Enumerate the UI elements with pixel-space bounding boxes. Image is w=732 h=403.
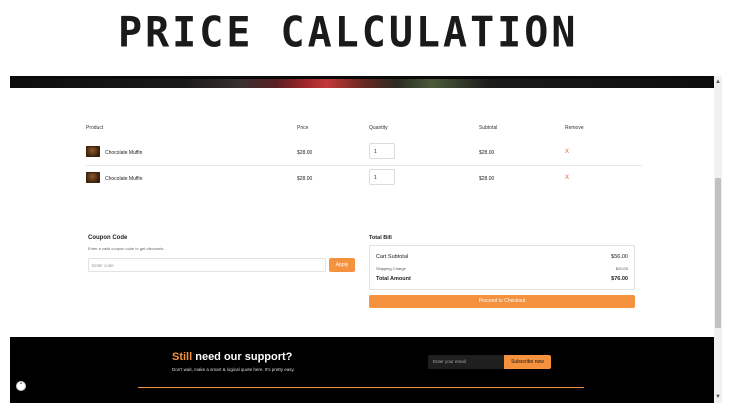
page-viewport: Product Price Quantity Subtotal Remove C… [10,76,714,403]
product-price: $28.00 [297,176,313,182]
shipping-line: Shipping Charge $20.00 [376,266,628,271]
support-description: Don't wait, make a smart & logical quote… [172,367,295,372]
hero-image [10,76,714,88]
cart-row: Chocolate Muffin $28.00 1 $28.00 X [86,166,642,192]
product-subtotal: $28.00 [479,176,495,182]
remove-button[interactable]: X [565,149,569,155]
shipping-value: $20.00 [615,266,628,271]
cart-subtotal-value: $56.00 [611,254,628,260]
coupon-input[interactable]: Enter code [88,258,326,272]
cart-row: Chocolate Muffin $28.00 1 $28.00 X [86,140,642,166]
product-name[interactable]: Chocolate Muffin [105,150,142,156]
total-label: Total Amount [376,276,411,282]
support-title-accent: Still [172,351,193,363]
apply-coupon-button[interactable]: Apply [329,258,355,272]
support-title-rest: need our support? [192,351,293,363]
header-subtotal: Subtotal [479,125,498,131]
page-banner: PRICE CALCULATION [0,0,732,75]
bill-summary: Cart Subtotal $56.00 Shipping Charge $20… [369,245,635,290]
header-price: Price [297,125,309,131]
scroll-down-arrow-icon[interactable]: ▼ [714,393,722,401]
support-title: Still need our support? [172,351,292,363]
product-name[interactable]: Chocolate Muffin [105,176,142,182]
remove-button[interactable]: X [565,175,569,181]
header-quantity: Quantity [369,125,388,131]
support-footer: Still need our support? Don't wait, make… [10,337,714,403]
quantity-input[interactable]: 1 [369,169,395,185]
header-remove: Remove [565,125,584,131]
scroll-thumb[interactable] [715,178,721,328]
scroll-up-arrow-icon[interactable]: ▲ [714,78,722,86]
bill-title: Total Bill [369,235,392,241]
product-subtotal: $28.00 [479,150,495,156]
checkout-button[interactable]: Proceed to Checkout [369,295,635,308]
email-input[interactable]: Enter your email [428,355,504,369]
product-price: $28.00 [297,150,313,156]
cart-subtotal-label: Cart Subtotal [376,254,409,260]
scroll-to-top-icon[interactable]: ⌃ [16,381,26,391]
product-thumbnail [86,172,100,183]
coupon-title: Coupon Code [88,235,128,241]
quantity-input[interactable]: 1 [369,143,395,159]
cart-subtotal-line: Cart Subtotal $56.00 [376,254,628,260]
footer-divider [138,387,584,388]
shipping-label: Shipping Charge [376,266,406,271]
product-thumbnail [86,146,100,157]
total-line: Total Amount $76.00 [376,276,628,282]
page-scrollbar[interactable]: ▲ ▼ [714,76,722,403]
subscribe-button[interactable]: Subscribe now [504,355,551,369]
banner-title: PRICE CALCULATION [118,8,579,58]
coupon-description: Enter a valid coupon code to get discoun… [88,246,165,251]
header-product: Product [86,125,104,131]
total-value: $76.00 [611,276,628,282]
